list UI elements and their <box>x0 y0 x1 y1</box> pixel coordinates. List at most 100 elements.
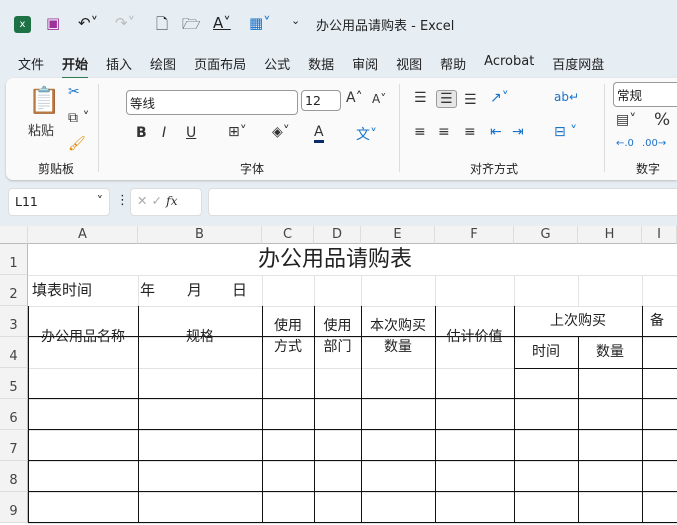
cell-month: 月 <box>187 281 203 299</box>
open-icon[interactable]: 🗁 <box>182 14 201 39</box>
gridline <box>578 275 579 306</box>
new-file-icon[interactable]: 🗋 <box>156 14 168 39</box>
number-format-select[interactable]: 常规 <box>613 82 677 107</box>
number-group-label: 数字 <box>636 162 661 176</box>
bold-button[interactable]: B <box>136 125 147 141</box>
accounting-format-icon[interactable]: ▤˅ <box>616 112 636 128</box>
align-left-icon[interactable]: ≡ <box>414 124 426 140</box>
tab-help[interactable]: 帮助 <box>440 54 466 79</box>
tab-page-layout[interactable]: 页面布局 <box>194 54 246 79</box>
column-header-A[interactable]: A <box>28 226 138 244</box>
format-painter-icon[interactable]: 🖌 <box>68 136 86 152</box>
row-header-7[interactable]: 7 <box>0 430 28 461</box>
alignment-group-label: 对齐方式 <box>470 162 519 176</box>
row-header-8[interactable]: 8 <box>0 461 28 492</box>
increase-indent-icon[interactable]: ⇥ <box>512 124 524 140</box>
tab-home[interactable]: 开始 <box>62 54 89 79</box>
undo-icon[interactable]: ↶˅ <box>78 14 98 32</box>
tab-draw[interactable]: 绘图 <box>150 54 176 79</box>
decrease-indent-icon[interactable]: ⇤ <box>490 124 502 140</box>
tab-review[interactable]: 审阅 <box>352 54 378 79</box>
tab-insert[interactable]: 插入 <box>106 54 132 79</box>
gridline <box>262 275 263 306</box>
row-header-9[interactable]: 9 <box>0 492 28 523</box>
font-color-icon[interactable]: A <box>314 124 324 143</box>
column-header-E[interactable]: E <box>361 226 435 244</box>
increase-decimal-icon[interactable]: ←.0 <box>616 138 634 149</box>
tab-baidu[interactable]: 百度网盘 <box>552 54 604 79</box>
tab-formulas[interactable]: 公式 <box>264 54 290 79</box>
font-name-select[interactable]: 等线 <box>126 90 298 115</box>
font-size-select[interactable]: 12 <box>301 90 341 111</box>
underline-button[interactable]: U <box>186 125 196 141</box>
border-icon[interactable]: ⊞˅ <box>228 124 247 140</box>
header-estimated-value: 估计价值 <box>446 328 503 345</box>
header-usage-method: 使用 方式 <box>274 318 302 355</box>
header-quantity: 本次购买 数量 <box>370 318 426 355</box>
insert-function-button[interactable]: fx <box>166 193 178 208</box>
gridline <box>361 275 362 306</box>
save-icon[interactable]: ▣ <box>46 14 60 32</box>
align-middle-icon[interactable]: ☰ <box>436 90 457 108</box>
header-item-name: 办公用品名称 <box>41 328 125 345</box>
border <box>28 460 677 461</box>
column-header-B[interactable]: B <box>138 226 262 244</box>
align-right-icon[interactable]: ≡ <box>464 124 476 140</box>
tab-file[interactable]: 文件 <box>18 54 44 79</box>
gridline <box>642 275 643 306</box>
cell-day: 日 <box>232 281 248 299</box>
tab-data[interactable]: 数据 <box>308 54 334 79</box>
percent-button[interactable]: % <box>654 110 670 130</box>
cancel-icon[interactable]: ✕ <box>137 193 147 208</box>
column-header-G[interactable]: G <box>514 226 578 244</box>
increase-font-icon[interactable]: A˄ <box>346 90 363 106</box>
align-bottom-icon[interactable]: ☰ <box>464 92 477 108</box>
tab-acrobat[interactable]: Acrobat <box>484 54 534 79</box>
row-header-6[interactable]: 6 <box>0 399 28 430</box>
decrease-font-icon[interactable]: A˅ <box>372 92 386 106</box>
fill-color-icon[interactable]: ◈˅ <box>272 124 290 140</box>
enter-icon[interactable]: ✓ <box>151 193 161 208</box>
merge-center-icon[interactable]: ⊟ ˅ <box>554 124 577 140</box>
gridline <box>435 275 436 306</box>
gridline <box>28 461 677 462</box>
font-group-label: 字体 <box>240 162 265 176</box>
borders-icon[interactable]: ▦˅ <box>249 14 271 32</box>
orientation-icon[interactable]: ↗˅ <box>490 90 509 106</box>
copy-icon[interactable]: ⧉ ˅ <box>68 110 89 126</box>
italic-button[interactable]: I <box>162 125 166 141</box>
cut-icon[interactable]: ✂ <box>68 84 80 100</box>
border <box>28 429 677 430</box>
spreadsheet-grid[interactable]: A B C D E F G H I 1 2 3 4 5 6 7 8 9 办公用品请购表 填表时间 年 月 日办公用品名称 规格… <box>0 226 677 525</box>
column-header-F[interactable]: F <box>435 226 514 244</box>
header-department: 使用 部门 <box>323 318 352 355</box>
wrap-text-icon[interactable]: ab↵ <box>554 90 579 104</box>
tab-view[interactable]: 视图 <box>396 54 422 79</box>
column-header-D[interactable]: D <box>314 226 361 244</box>
customize-icon[interactable]: ⌄ <box>291 14 300 27</box>
formula-input[interactable] <box>208 188 677 216</box>
select-all[interactable] <box>0 226 28 244</box>
row-header-5[interactable]: 5 <box>0 368 28 399</box>
column-header-I[interactable]: I <box>642 226 677 244</box>
column-header-C[interactable]: C <box>262 226 314 244</box>
align-center-icon[interactable]: ≡ <box>438 124 450 140</box>
font-color-icon[interactable]: A˅ <box>213 14 231 32</box>
row-header-2[interactable]: 2 <box>0 275 28 306</box>
row-header-3[interactable]: 3 <box>0 306 28 337</box>
name-box[interactable]: L11 ˅ <box>8 188 110 216</box>
paste-button[interactable]: 粘贴 <box>28 120 54 139</box>
row-header-1[interactable]: 1 <box>0 244 28 275</box>
name-box-value: L11 <box>15 194 38 209</box>
row-header-4[interactable]: 4 <box>0 337 28 368</box>
redo-icon[interactable]: ↷˅ <box>115 14 135 32</box>
chevron-down-icon[interactable]: ˅ <box>97 193 103 208</box>
cell-fill-time: 填表时间 <box>32 281 93 299</box>
phonetic-icon[interactable]: 文˅ <box>356 124 377 144</box>
column-header-H[interactable]: H <box>578 226 642 244</box>
decrease-decimal-icon[interactable]: .00→ <box>642 138 666 149</box>
paste-icon[interactable]: 📋 <box>28 86 60 116</box>
header-last-time: 时间 <box>532 344 560 360</box>
gridline <box>28 399 677 400</box>
align-top-icon[interactable]: ☰ <box>414 90 427 106</box>
